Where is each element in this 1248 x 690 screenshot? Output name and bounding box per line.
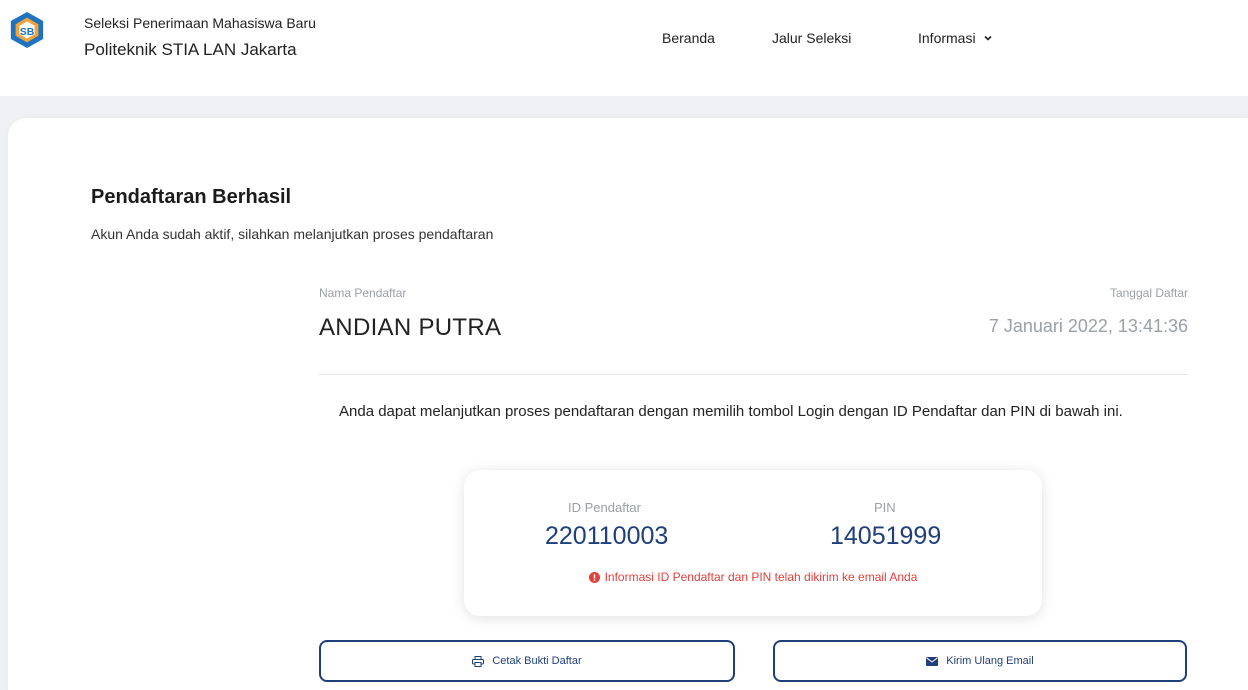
pin-label: PIN [874, 500, 896, 515]
envelope-icon [926, 656, 939, 666]
login-instruction: Anda dapat melanjutkan proses pendaftara… [339, 403, 1123, 420]
brand-title: Politeknik STIA LAN Jakarta [84, 40, 297, 59]
printer-icon [472, 655, 485, 667]
brand-subtitle: Seleksi Penerimaan Mahasiswa Baru [84, 15, 316, 31]
exclamation-circle-icon [588, 571, 600, 583]
chevron-down-icon [984, 35, 992, 41]
nama-pendaftar-value: ANDIAN PUTRA [319, 314, 502, 341]
page-title: Pendaftaran Berhasil [91, 186, 292, 208]
pin-value: 14051999 [830, 522, 942, 550]
email-sent-notice-text: Informasi ID Pendaftar dan PIN telah dik… [604, 570, 918, 584]
cetak-bukti-daftar-label: Cetak Bukti Daftar [492, 655, 582, 667]
id-pendaftar-label: ID Pendaftar [568, 500, 641, 515]
stia-lan-logo-icon[interactable]: SB [8, 11, 46, 49]
kirim-ulang-email-button[interactable]: Kirim Ulang Email [773, 640, 1187, 682]
divider [319, 374, 1188, 375]
svg-text:SB: SB [20, 27, 35, 38]
kirim-ulang-email-label: Kirim Ulang Email [946, 655, 1034, 667]
nav-informasi-label: Informasi [918, 30, 976, 46]
tanggal-daftar-value: 7 Januari 2022, 13:41:36 [988, 316, 1188, 336]
nav-informasi[interactable]: Informasi [918, 30, 993, 46]
site-header: SB Seleksi Penerimaan Mahasiswa Baru Pol… [0, 0, 1248, 96]
id-pendaftar-value: 220110003 [545, 522, 669, 550]
page-subtitle: Akun Anda sudah aktif, silahkan melanjut… [91, 226, 494, 242]
nav-jalur-seleksi[interactable]: Jalur Seleksi [772, 30, 851, 46]
tanggal-daftar-label: Tanggal Daftar [1109, 286, 1188, 300]
cetak-bukti-daftar-button[interactable]: Cetak Bukti Daftar [319, 640, 735, 682]
nav-beranda[interactable]: Beranda [662, 30, 715, 46]
nama-pendaftar-label: Nama Pendaftar [319, 286, 407, 300]
email-sent-notice: Informasi ID Pendaftar dan PIN telah dik… [464, 570, 1042, 584]
credentials-box: ID Pendaftar 220110003 PIN 14051999 Info… [464, 470, 1042, 616]
